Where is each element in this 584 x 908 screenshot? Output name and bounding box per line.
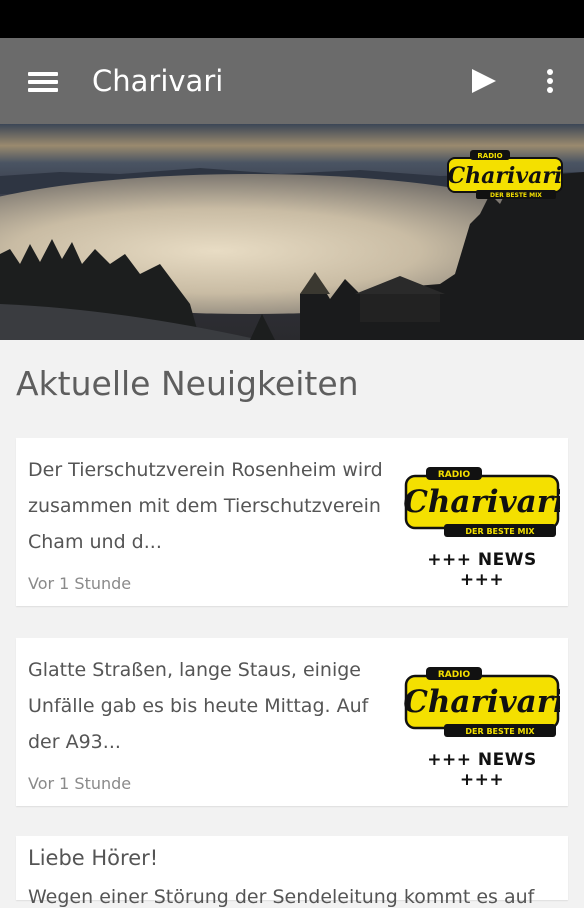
news-timestamp: Vor 1 Stunde (28, 774, 132, 793)
radio-charivari-logo: RADIO Charivari DER BESTE MIX (447, 150, 563, 199)
svg-text:Charivari: Charivari (404, 684, 560, 720)
svg-text:DER BESTE MIX: DER BESTE MIX (490, 192, 542, 199)
news-card[interactable]: Glatte Straßen, lange Staus, einige Unfä… (16, 638, 568, 806)
play-icon[interactable] (466, 64, 500, 98)
more-vert-icon[interactable] (536, 64, 564, 98)
app-title: Charivari (92, 64, 224, 98)
radio-charivari-logo: RADIO Charivari DER BESTE MIX (403, 667, 565, 737)
svg-text:RADIO: RADIO (438, 670, 471, 680)
svg-text:Charivari: Charivari (404, 484, 560, 520)
hamburger-menu-icon[interactable] (22, 64, 62, 98)
news-card[interactable]: Liebe Hörer! Wegen einer Störung der Sen… (16, 836, 568, 908)
svg-text:DER BESTE MIX: DER BESTE MIX (465, 727, 535, 736)
news-badge: +++ NEWS +++ (427, 750, 537, 790)
status-bar (0, 0, 584, 38)
app-toolbar: Charivari (0, 38, 584, 124)
news-card[interactable]: Der Tierschutzverein Rosenheim wird zusa… (16, 438, 568, 606)
svg-text:DER BESTE MIX: DER BESTE MIX (465, 527, 535, 536)
news-thumbnail: RADIO Charivari DER BESTE MIX +++ NEWS +… (403, 464, 565, 590)
news-timestamp: Vor 1 Stunde (28, 574, 132, 593)
section-heading: Aktuelle Neuigkeiten (16, 364, 359, 403)
hero-image: RADIO Charivari DER BESTE MIX (0, 124, 584, 340)
news-badge: +++ NEWS +++ (427, 550, 537, 590)
news-teaser: Der Tierschutzverein Rosenheim wird zusa… (28, 459, 383, 553)
news-teaser: Glatte Straßen, lange Staus, einige Unfä… (28, 659, 369, 753)
svg-text:Charivari: Charivari (448, 163, 563, 189)
news-thumbnail: RADIO Charivari DER BESTE MIX +++ NEWS +… (403, 664, 565, 790)
svg-text:RADIO: RADIO (477, 152, 502, 160)
news-title: Liebe Hörer! (28, 846, 159, 870)
news-teaser: Wegen einer Störung der Sendeleitung kom… (28, 886, 535, 908)
svg-text:RADIO: RADIO (438, 470, 471, 480)
radio-charivari-logo: RADIO Charivari DER BESTE MIX (403, 467, 565, 537)
